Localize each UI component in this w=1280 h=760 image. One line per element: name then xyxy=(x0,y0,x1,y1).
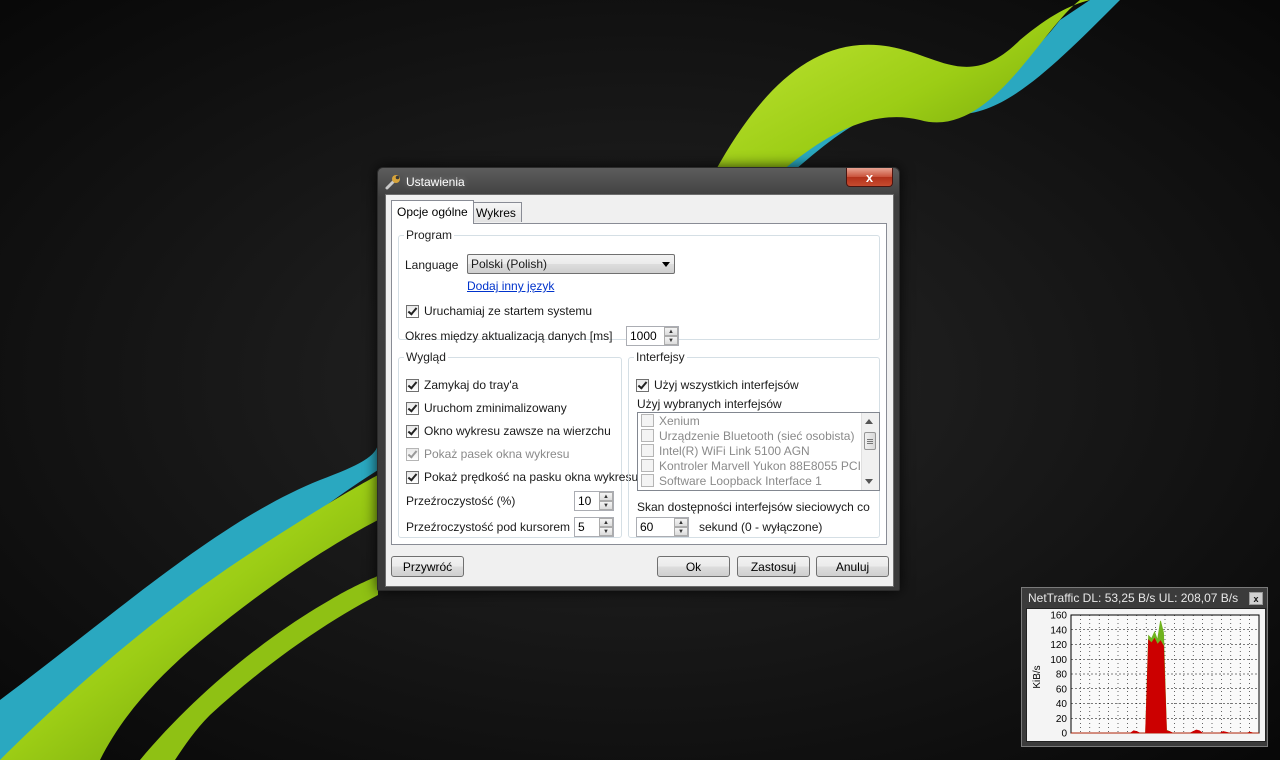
listbox-scrollbar[interactable] xyxy=(861,413,879,490)
checkbox-icon xyxy=(406,378,419,392)
y-tick-label: 60 xyxy=(1056,684,1068,695)
y-tick-label: 40 xyxy=(1056,699,1068,710)
y-axis-label: KiB/s xyxy=(1032,665,1043,688)
y-tick-label: 80 xyxy=(1056,670,1068,681)
autostart-checkbox[interactable]: Uruchamiaj ze startem systemu xyxy=(406,304,592,318)
settings-dialog: Ustawienia x Opcje ogólne Wykres Program… xyxy=(377,167,900,591)
close-to-tray-checkbox[interactable]: Zamykaj do tray'a xyxy=(406,378,518,392)
checkbox-icon xyxy=(636,378,649,392)
start-minimized-checkbox[interactable]: Uruchom zminimalizowany xyxy=(406,401,567,415)
chevron-down-icon xyxy=(662,262,670,267)
close-to-tray-label: Zamykaj do tray'a xyxy=(424,378,519,392)
stepper-down-icon[interactable]: ▼ xyxy=(664,336,678,345)
stepper-up-icon[interactable]: ▲ xyxy=(599,518,613,527)
show-speed-checkbox[interactable]: Pokaż prędkość na pasku okna wykresu xyxy=(406,470,638,484)
language-select-value: Polski (Polish) xyxy=(471,257,548,271)
interfaces-group: Interfejsy Użyj wszystkich interfejsów U… xyxy=(628,350,880,538)
nettraffic-close-button[interactable]: x xyxy=(1249,592,1263,605)
checkbox-icon xyxy=(406,401,419,415)
transparency-stepper[interactable]: ▲▼ xyxy=(574,491,614,511)
cancel-button[interactable]: Anuluj xyxy=(816,556,889,577)
interfaces-legend: Interfejsy xyxy=(636,350,685,364)
list-item: Software Loopback Interface 1 xyxy=(638,473,879,488)
wrench-icon xyxy=(385,175,400,190)
checkbox-icon xyxy=(641,429,654,442)
hover-transparency-label: Przeźroczystość pod kursorem (%) xyxy=(406,520,593,534)
appearance-legend: Wygląd xyxy=(406,350,446,364)
nettraffic-chart: 0 20 40 60 80 100 120 140 160 KiB/s xyxy=(1026,608,1266,742)
y-tick-label: 0 xyxy=(1061,729,1067,740)
transparency-label: Przeźroczystość (%) xyxy=(406,494,516,508)
always-on-top-checkbox[interactable]: Okno wykresu zawsze na wierzchu xyxy=(406,424,611,438)
checkbox-icon xyxy=(406,470,419,484)
list-item: Kontroler Marvell Yukon 88E8055 PCI-E Gi xyxy=(638,458,879,473)
appearance-group: Wygląd Zamykaj do tray'a Uruchom zminima… xyxy=(398,350,638,538)
scroll-down-icon[interactable] xyxy=(865,479,873,484)
checkbox-icon xyxy=(641,459,654,472)
list-item: Urządzenie Bluetooth (sieć osobista) xyxy=(638,428,879,443)
tab-general-options[interactable]: Opcje ogólne xyxy=(391,200,474,224)
checkbox-icon xyxy=(406,447,419,461)
program-legend: Program xyxy=(406,228,453,242)
scroll-up-icon[interactable] xyxy=(865,419,873,424)
checkbox-icon xyxy=(641,414,654,427)
y-tick-label: 100 xyxy=(1050,655,1067,666)
nettraffic-window[interactable]: NetTraffic DL: 53,25 B/s UL: 208,07 B/s … xyxy=(1021,587,1268,747)
y-tick-label: 140 xyxy=(1050,625,1067,636)
start-minimized-label: Uruchom zminimalizowany xyxy=(424,401,567,415)
show-bar-label: Pokaż pasek okna wykresu xyxy=(424,447,570,461)
dialog-close-button[interactable]: x xyxy=(846,168,893,187)
scroll-thumb[interactable] xyxy=(864,432,876,450)
scan-interval-stepper[interactable]: ▲▼ xyxy=(636,517,689,537)
stepper-up-icon[interactable]: ▲ xyxy=(599,492,613,501)
stepper-up-icon[interactable]: ▲ xyxy=(664,327,678,336)
reset-button[interactable]: Przywróć xyxy=(391,556,464,577)
show-speed-label: Pokaż prędkość na pasku okna wykresu xyxy=(424,470,639,484)
list-item: Xenium xyxy=(638,413,879,428)
nettraffic-chart-svg: 0 20 40 60 80 100 120 140 160 KiB/s xyxy=(1032,611,1260,740)
checkbox-icon xyxy=(406,424,419,438)
use-all-interfaces-label: Użyj wszystkich interfejsów xyxy=(654,378,799,392)
interval-stepper[interactable]: ▲▼ xyxy=(626,326,679,346)
y-tick-label: 20 xyxy=(1056,714,1068,725)
stepper-up-icon[interactable]: ▲ xyxy=(674,518,688,527)
nettraffic-title: NetTraffic DL: 53,25 B/s UL: 208,07 B/s xyxy=(1028,591,1239,605)
use-all-interfaces-checkbox[interactable]: Użyj wszystkich interfejsów xyxy=(636,378,799,392)
checkbox-icon xyxy=(641,474,654,487)
hover-transparency-stepper[interactable]: ▲▼ xyxy=(574,517,614,537)
dialog-client-area: Opcje ogólne Wykres Program Language Pol… xyxy=(385,194,894,587)
tab-chart[interactable]: Wykres xyxy=(470,202,522,222)
language-label: Language xyxy=(405,258,459,272)
stepper-down-icon[interactable]: ▼ xyxy=(599,527,613,536)
scan-suffix-label: sekund (0 - wyłączone) xyxy=(699,520,823,534)
language-select[interactable]: Polski (Polish) xyxy=(467,254,675,274)
y-tick-label: 160 xyxy=(1050,611,1067,622)
show-bar-checkbox: Pokaż pasek okna wykresu xyxy=(406,447,569,461)
program-group: Program Language Polski (Polish) Dodaj i… xyxy=(398,228,880,346)
y-tick-label: 120 xyxy=(1050,640,1067,651)
ok-button[interactable]: Ok xyxy=(657,556,730,577)
interfaces-listbox[interactable]: Xenium Urządzenie Bluetooth (sieć osobis… xyxy=(637,412,880,491)
dialog-title: Ustawienia xyxy=(406,175,465,189)
add-language-link[interactable]: Dodaj inny język xyxy=(467,279,554,293)
tab-panel-general: Program Language Polski (Polish) Dodaj i… xyxy=(391,223,887,545)
scan-label: Skan dostępności interfejsów sieciowych … xyxy=(637,500,870,514)
stepper-down-icon[interactable]: ▼ xyxy=(674,527,688,536)
autostart-label: Uruchamiaj ze startem systemu xyxy=(424,304,593,318)
stepper-down-icon[interactable]: ▼ xyxy=(599,501,613,510)
checkbox-icon xyxy=(406,304,419,318)
use-selected-interfaces-label: Użyj wybranych interfejsów xyxy=(637,397,782,411)
dialog-titlebar[interactable]: Ustawienia xyxy=(384,172,465,192)
list-item: Intel(R) WiFi Link 5100 AGN xyxy=(638,443,879,458)
interval-label: Okres między aktualizacją danych [ms] xyxy=(405,329,613,343)
checkbox-icon xyxy=(641,444,654,457)
apply-button[interactable]: Zastosuj xyxy=(737,556,810,577)
always-on-top-label: Okno wykresu zawsze na wierzchu xyxy=(424,424,611,438)
